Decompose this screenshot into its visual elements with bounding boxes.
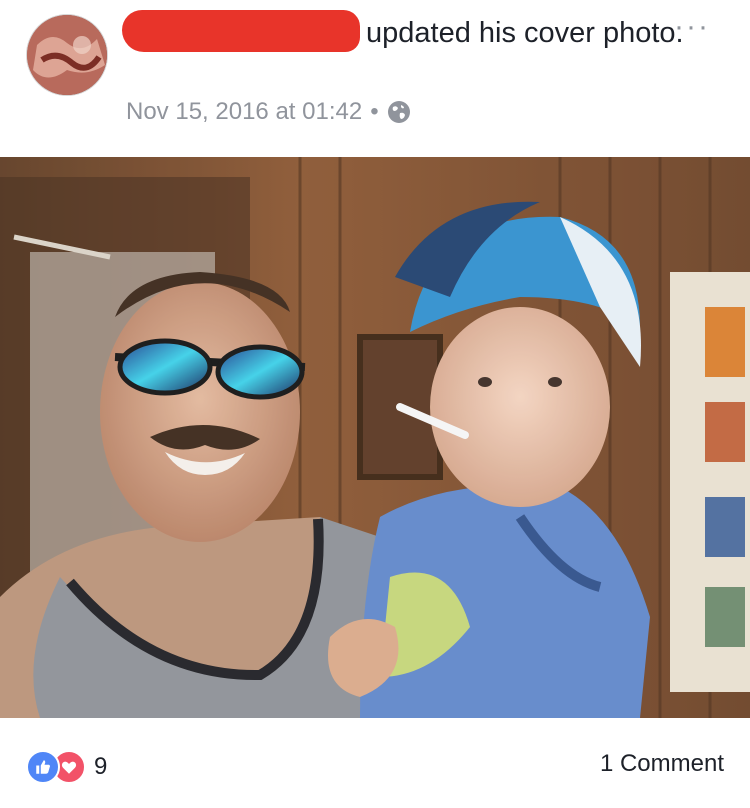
globe-icon[interactable] — [387, 100, 411, 124]
comment-count-link[interactable]: 1 Comment — [600, 750, 724, 778]
cover-photo[interactable] — [0, 157, 750, 718]
cover-photo-image — [0, 157, 750, 718]
reaction-count: 9 — [94, 753, 108, 780]
profile-avatar[interactable] — [26, 14, 108, 96]
like-icon — [26, 750, 60, 784]
headline-text: updated his cover photo. — [366, 17, 684, 49]
avatar-image — [27, 15, 107, 95]
post-meta: Nov 15, 2016 at 01:42 • — [126, 98, 411, 126]
post-footer: 9 1 Comment — [0, 718, 750, 808]
meta-separator: • — [370, 98, 379, 125]
timestamp[interactable]: Nov 15, 2016 at 01:42 — [126, 98, 362, 126]
post-headline: updated his cover photo. — [126, 12, 686, 54]
post-header: updated his cover photo. Nov 15, 2016 at… — [0, 0, 750, 150]
reactions-summary[interactable]: 9 — [26, 750, 107, 784]
more-options-button[interactable]: ··· — [674, 10, 710, 44]
